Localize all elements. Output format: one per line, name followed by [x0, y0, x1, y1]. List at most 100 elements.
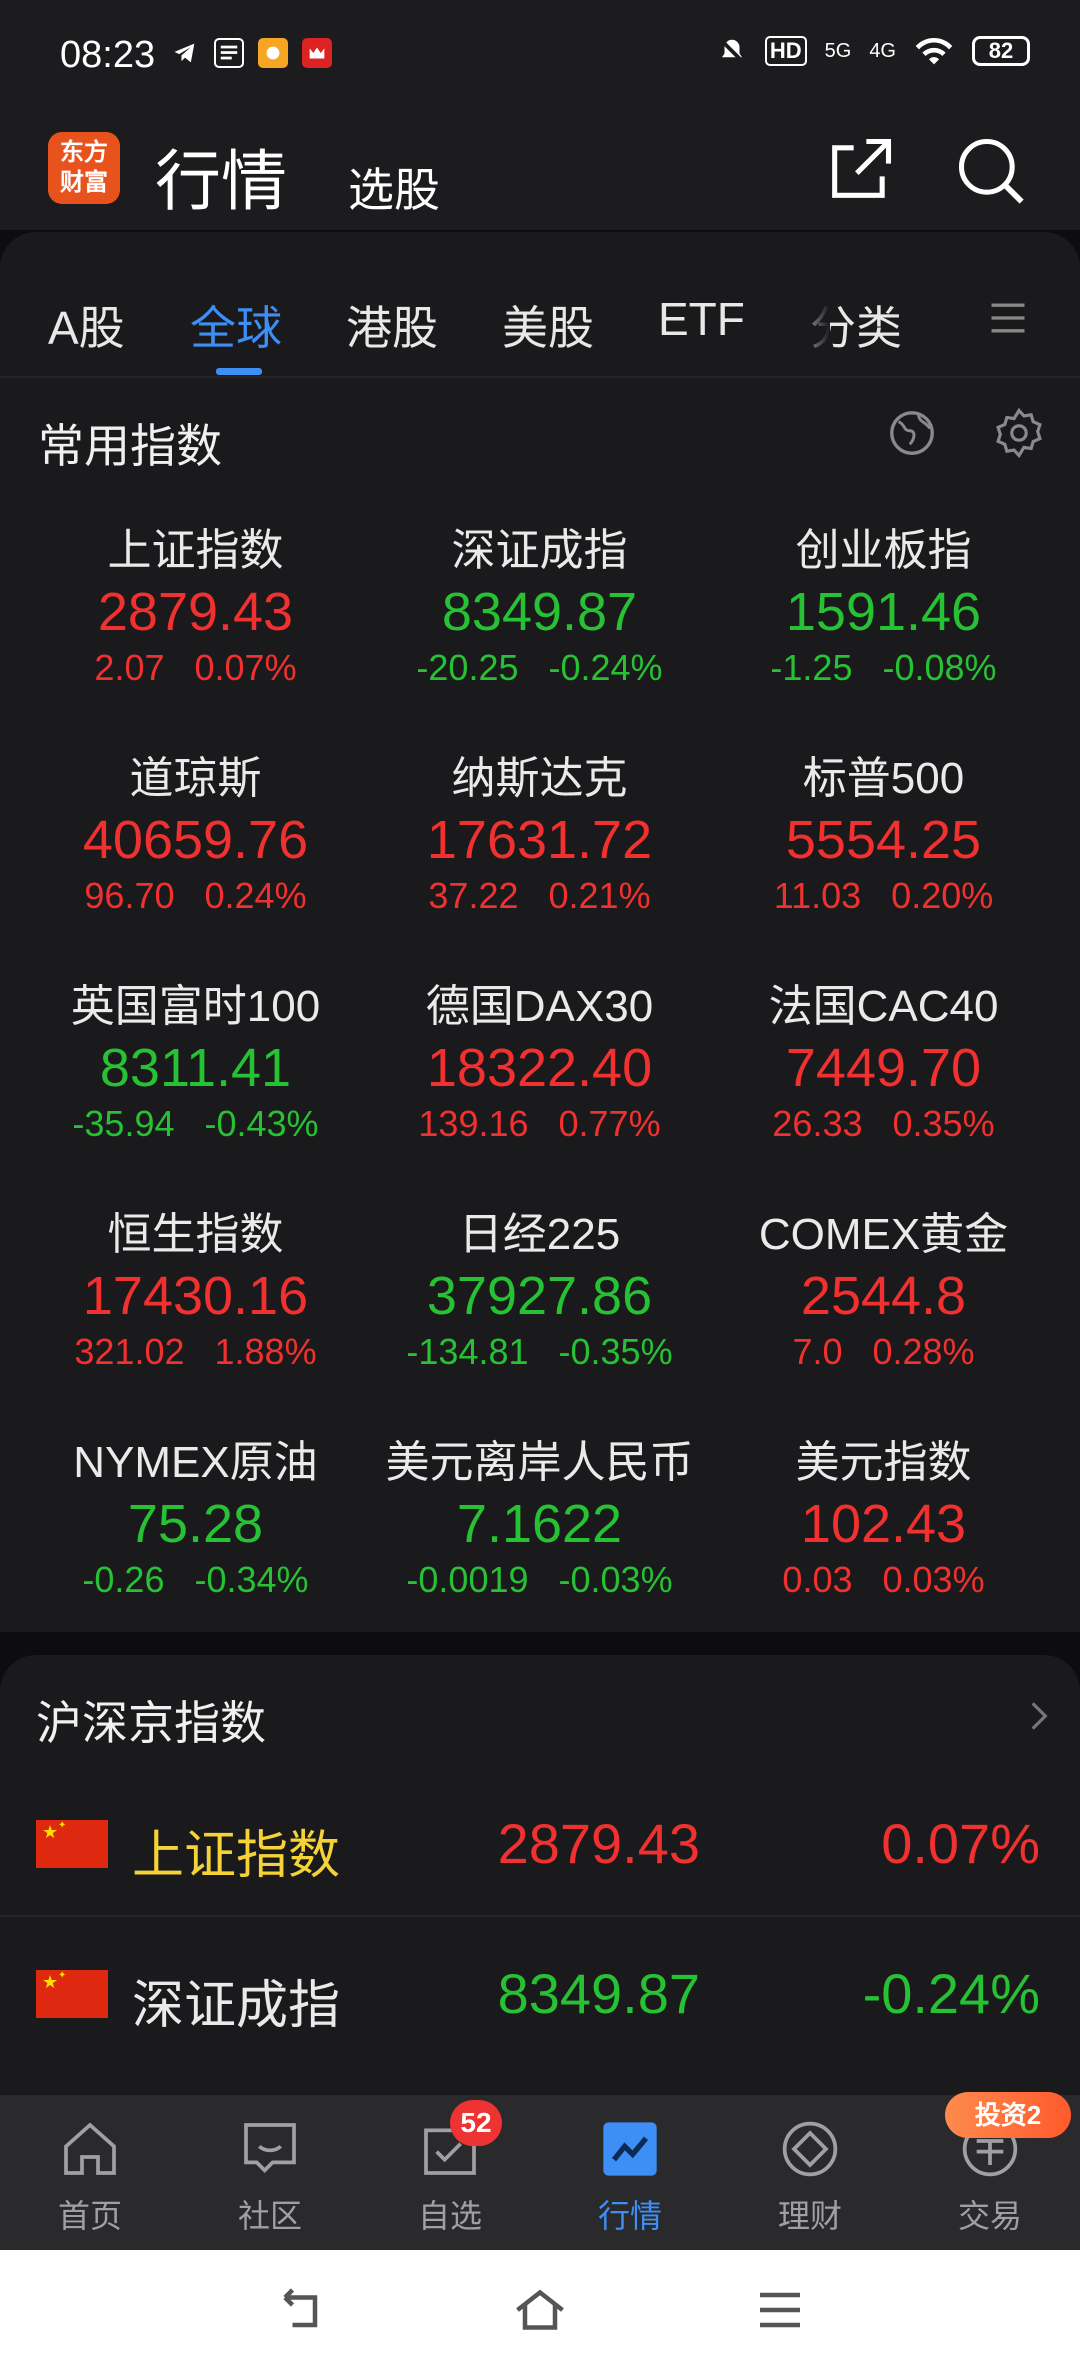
- index-name: 道琼斯: [129, 754, 262, 803]
- nav-home[interactable]: 首页: [0, 2095, 180, 2250]
- hsj-indices-title[interactable]: 沪深京指数: [36, 1687, 266, 1753]
- china-merchants-icon: [302, 38, 332, 68]
- index-name: 恒生指数: [107, 1210, 284, 1259]
- index-name: 创业板指: [795, 526, 972, 575]
- index-price: 8311.41: [99, 1038, 292, 1098]
- index-name: 标普500: [802, 754, 965, 803]
- index-change-line: 26.33 0.35%: [711, 1100, 1056, 1148]
- index-cell[interactable]: NYMEX原油 75.28 -0.26 -0.34%: [23, 1434, 368, 1604]
- index-price: 40659.76: [82, 810, 309, 870]
- index-pct: 0.21%: [548, 875, 651, 916]
- share-icon[interactable]: [822, 132, 898, 208]
- mute-icon: [719, 38, 745, 64]
- hsj-row[interactable]: 深证成指 8349.87 -0.24%: [0, 1917, 1080, 2067]
- index-cell[interactable]: 日经225 37927.86 -134.81 -0.35%: [367, 1206, 712, 1376]
- search-icon[interactable]: [952, 132, 1028, 208]
- index-name: 深证成指: [451, 526, 628, 575]
- index-cell[interactable]: 美元离岸人民币 7.1622 -0.0019 -0.03%: [367, 1434, 712, 1604]
- index-pct: -0.34%: [194, 1559, 309, 1600]
- index-cell[interactable]: 道琼斯 40659.76 96.70 0.24%: [23, 750, 368, 920]
- index-cell[interactable]: 英国富时100 8311.41 -35.94 -0.43%: [23, 978, 368, 1148]
- tab-a-shares[interactable]: A股: [48, 292, 125, 358]
- hsj-row-name: 深证成指: [132, 1977, 341, 2035]
- index-price: 2544.8: [800, 1266, 967, 1326]
- stock-picker-link[interactable]: 选股: [348, 154, 440, 220]
- market-tabs: A股 全球 港股 美股 ETF 分类: [0, 232, 1080, 378]
- index-change-line: -20.25 -0.24%: [367, 644, 712, 692]
- toutiao-icon: [214, 38, 244, 68]
- hsj-indices-card: 沪深京指数 上证指数 2879.43 0.07% 深证成指 8349.87 -0…: [0, 1655, 1080, 2095]
- wealth-icon: [782, 2121, 838, 2177]
- index-pct: -0.03%: [558, 1559, 673, 1600]
- hsj-row-name: 上证指数: [132, 1827, 341, 1885]
- notification-icons: [170, 38, 332, 68]
- index-pct: 0.07%: [194, 647, 297, 688]
- index-name: 日经225: [458, 1210, 621, 1259]
- nav-label: 社区: [237, 2198, 302, 2234]
- index-cell[interactable]: 纳斯达克 17631.72 37.22 0.21%: [367, 750, 712, 920]
- index-cell[interactable]: 深证成指 8349.87 -20.25 -0.24%: [367, 522, 712, 692]
- index-change: 321.02: [74, 1331, 185, 1372]
- logo-text-bottom: 财富: [60, 169, 108, 196]
- nav-community[interactable]: 社区: [180, 2095, 360, 2250]
- index-cell[interactable]: 德国DAX30 18322.40 139.16 0.77%: [367, 978, 712, 1148]
- index-cell[interactable]: 标普500 5554.25 11.03 0.20%: [711, 750, 1056, 920]
- index-name: 美元离岸人民币: [385, 1438, 694, 1487]
- back-icon[interactable]: [265, 2280, 335, 2340]
- index-cell[interactable]: 恒生指数 17430.16 321.02 1.88%: [23, 1206, 368, 1376]
- tab-etf[interactable]: ETF: [658, 292, 745, 346]
- index-change: 139.16: [418, 1103, 529, 1144]
- nav-label: 交易: [957, 2198, 1022, 2234]
- nav-label: 理财: [777, 2198, 842, 2234]
- menu-icon[interactable]: [986, 296, 1030, 340]
- index-change: -134.81: [406, 1331, 529, 1372]
- system-status-icons: HD 5G 4G 82: [717, 34, 1030, 68]
- index-name: COMEX黄金: [758, 1210, 1009, 1259]
- index-cell[interactable]: 上证指数 2879.43 2.07 0.07%: [23, 522, 368, 692]
- telegram-icon: [170, 38, 200, 68]
- index-name: 德国DAX30: [425, 982, 654, 1031]
- index-change-line: 321.02 1.88%: [23, 1328, 368, 1376]
- index-cell[interactable]: COMEX黄金 2544.8 7.0 0.28%: [711, 1206, 1056, 1376]
- app-logo: 东方 财富: [48, 132, 120, 204]
- index-change: -1.25: [770, 647, 853, 688]
- tab-us-stocks[interactable]: 美股: [502, 292, 594, 358]
- tab-global[interactable]: 全球: [190, 292, 282, 358]
- index-price: 5554.25: [785, 810, 982, 870]
- hsj-row[interactable]: 上证指数 2879.43 0.07%: [0, 1767, 1080, 1917]
- settings-icon[interactable]: [992, 406, 1046, 460]
- index-cell[interactable]: 创业板指 1591.46 -1.25 -0.08%: [711, 522, 1056, 692]
- wifi-icon: [915, 37, 953, 65]
- index-pct: 0.24%: [204, 875, 307, 916]
- index-cell[interactable]: 美元指数 102.43 0.03 0.03%: [711, 1434, 1056, 1604]
- index-cell[interactable]: 法国CAC40 7449.70 26.33 0.35%: [711, 978, 1056, 1148]
- index-change-line: 96.70 0.24%: [23, 872, 368, 920]
- recents-icon[interactable]: [745, 2280, 815, 2340]
- index-pct: -0.43%: [204, 1103, 319, 1144]
- common-indices-title: 常用指数: [38, 420, 222, 472]
- page-title[interactable]: 行情: [155, 128, 287, 224]
- index-change: 96.70: [84, 875, 175, 916]
- index-name: 法国CAC40: [768, 982, 999, 1031]
- index-price: 7.1622: [456, 1494, 623, 1554]
- promo-badge[interactable]: 投资2: [945, 2092, 1071, 2138]
- china-flag-icon: [36, 1820, 108, 1868]
- index-pct: 0.28%: [872, 1331, 975, 1372]
- nav-wealth[interactable]: 理财: [720, 2095, 900, 2250]
- index-change-line: -1.25 -0.08%: [711, 644, 1056, 692]
- index-change-line: -35.94 -0.43%: [23, 1100, 368, 1148]
- chevron-right-icon[interactable]: [1020, 1693, 1058, 1739]
- nav-market[interactable]: 行情: [540, 2095, 720, 2250]
- nav-label: 自选: [417, 2198, 482, 2234]
- index-name: 美元指数: [795, 1438, 972, 1487]
- tab-hk-stocks[interactable]: 港股: [346, 292, 438, 358]
- index-pct: 0.35%: [892, 1103, 995, 1144]
- battery-indicator: 82: [972, 36, 1030, 66]
- globe-icon[interactable]: [885, 406, 939, 460]
- index-name: 英国富时100: [70, 982, 321, 1031]
- index-price: 8349.87: [441, 582, 638, 642]
- screen: 08:23 HD 5G 4G 82 东方 财富 行情 选股 A股 全球 港股 美…: [0, 0, 1080, 2376]
- index-change: 26.33: [772, 1103, 863, 1144]
- index-change-line: 7.0 0.28%: [711, 1328, 1056, 1376]
- home-button-icon[interactable]: [505, 2280, 575, 2340]
